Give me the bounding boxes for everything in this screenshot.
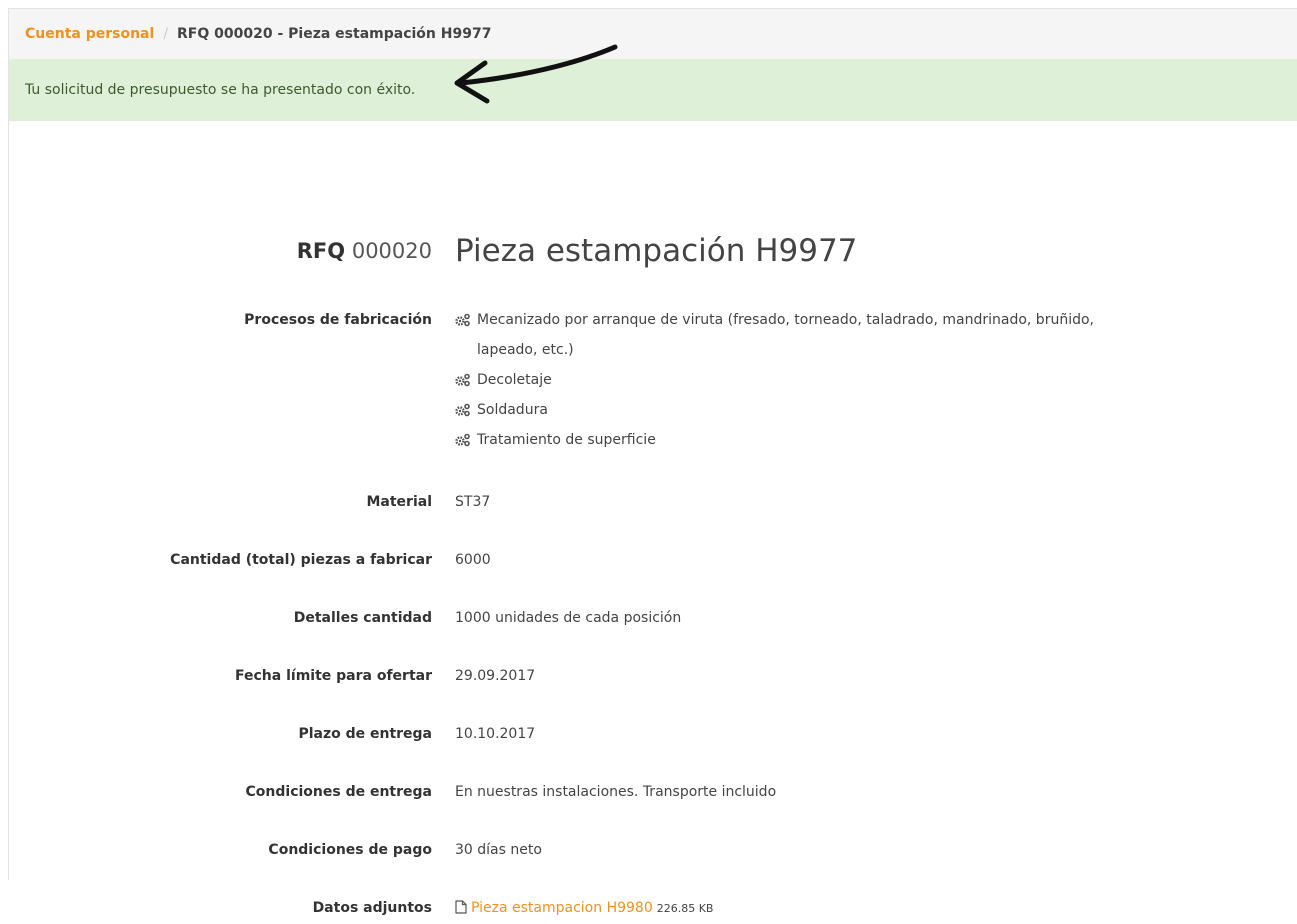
- field-label: Detalles cantidad: [293, 610, 432, 626]
- process-item-label: Tratamiento de superficie: [477, 432, 656, 448]
- field-value: En nuestras instalaciones. Transporte in…: [455, 784, 777, 800]
- process-item-label: Decoletaje: [477, 372, 552, 388]
- file-icon: [455, 900, 467, 914]
- rfq-number: RFQ 000020: [297, 231, 432, 271]
- field-label: Plazo de entrega: [298, 726, 432, 742]
- list-item: Tratamiento de superficie: [455, 425, 1095, 455]
- field-value: 30 días neto: [455, 842, 542, 858]
- list-item: Mecanizado por arranque de viruta (fresa…: [455, 305, 1095, 365]
- field-value: 6000: [455, 552, 491, 568]
- field-label: Fecha límite para ofertar: [235, 668, 432, 684]
- gears-icon: [455, 373, 470, 387]
- field-value: 29.09.2017: [455, 668, 536, 684]
- field-value: 10.10.2017: [455, 726, 536, 742]
- field-label: Condiciones de pago: [268, 842, 432, 858]
- success-alert-message: Tu solicitud de presupuesto se ha presen…: [25, 82, 416, 98]
- list-item: Soldadura: [455, 395, 1095, 425]
- page-title: Pieza estampación H9977: [455, 233, 858, 269]
- attachment-link[interactable]: Pieza estampacion H9980: [471, 900, 653, 916]
- rfq-prefix: RFQ: [296, 239, 346, 263]
- field-value: ST37: [455, 494, 491, 510]
- rfq-number-value: 000020: [351, 239, 432, 263]
- attachment-size: 226.85 KB: [656, 902, 714, 915]
- gears-icon: [455, 433, 470, 447]
- breadcrumb-current: RFQ 000020 - Pieza estampación H9977: [177, 26, 492, 42]
- field-label: Cantidad (total) piezas a fabricar: [170, 552, 432, 568]
- attachment-item: Pieza estampacion H9980 226.85 KB: [455, 893, 1095, 924]
- field-label: Material: [366, 494, 432, 510]
- breadcrumb-link-account[interactable]: Cuenta personal: [25, 26, 154, 42]
- field-label: Datos adjuntos: [312, 900, 432, 916]
- process-item-label: Soldadura: [477, 402, 548, 418]
- breadcrumb: Cuenta personal / RFQ 000020 - Pieza est…: [9, 9, 1297, 59]
- success-alert: Tu solicitud de presupuesto se ha presen…: [9, 44, 1297, 121]
- page-frame: Cuenta personal / RFQ 000020 - Pieza est…: [8, 8, 1297, 916]
- breadcrumb-separator: /: [163, 26, 169, 42]
- list-item: Decoletaje: [455, 365, 1095, 395]
- process-list: Mecanizado por arranque de viruta (fresa…: [455, 305, 1095, 455]
- field-value: 1000 unidades de cada posición: [455, 610, 682, 626]
- process-item-label: Mecanizado por arranque de viruta (fresa…: [477, 312, 1094, 358]
- gears-icon: [455, 313, 470, 327]
- arrow-annotation: [454, 44, 618, 104]
- field-label: Procesos de fabricación: [244, 312, 432, 328]
- gears-icon: [455, 403, 470, 417]
- field-label: Condiciones de entrega: [245, 784, 432, 800]
